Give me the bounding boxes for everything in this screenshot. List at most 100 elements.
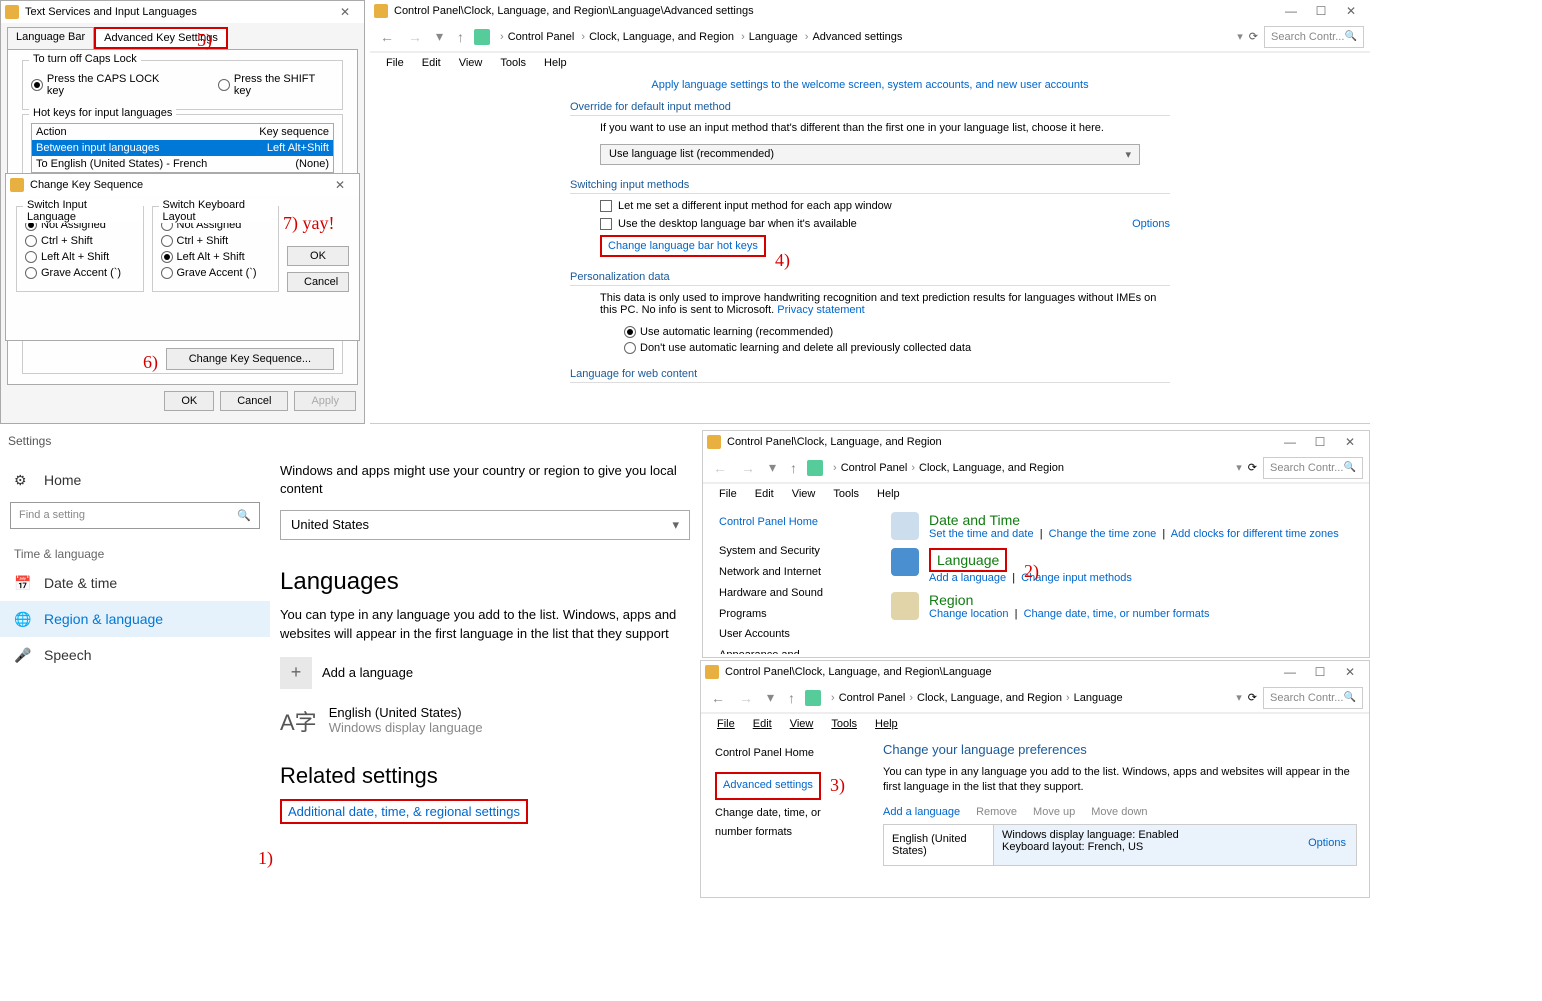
welcome-screen-link[interactable]: Apply language settings to the welcome s… [651,79,1088,91]
language-item[interactable]: A字 English (United States) Windows displ… [280,705,690,737]
search-input[interactable]: Search Contr... [1263,457,1363,479]
close-button[interactable]: ✕ [330,5,360,19]
search-input[interactable]: Search Contr... [1264,26,1364,48]
breadcrumb[interactable]: ›Control Panel›Clock, Language, and Regi… [827,692,1123,704]
side-link[interactable]: Programs [719,604,867,625]
shift-radio[interactable]: Press the SHIFT key [218,73,334,97]
recent-button[interactable]: ▾ [765,459,780,476]
skl-ctrl-shift[interactable]: Ctrl + Shift [161,235,271,247]
side-link[interactable]: Appearance and [719,645,867,654]
change-location-link[interactable]: Change location [929,608,1009,620]
date-time-item[interactable]: 📅Date & time [0,565,270,601]
cp-home-link[interactable]: Control Panel Home [715,744,857,764]
home-icon[interactable] [474,29,490,45]
remove-button[interactable]: Remove [976,806,1017,818]
close-button[interactable]: ✕ [1336,4,1366,18]
recent-button[interactable]: ▾ [432,28,447,45]
menu-edit[interactable]: Edit [747,486,782,502]
find-setting-input[interactable]: Find a setting🔍 [10,502,260,529]
side-link[interactable]: System and Security [719,541,867,562]
timezone-link[interactable]: Change the time zone [1049,528,1157,540]
auto-learning-radio[interactable]: Use automatic learning (recommended) [624,326,1170,338]
moveup-button[interactable]: Move up [1033,806,1075,818]
hotkey-row[interactable]: Between input languagesLeft Alt+Shift [32,140,333,156]
sil-ctrl-shift[interactable]: Ctrl + Shift [25,235,135,247]
forward-button[interactable]: → [737,460,759,476]
cancel-button[interactable]: Cancel [287,272,349,292]
set-time-link[interactable]: Set the time and date [929,528,1034,540]
dropdown-icon[interactable]: ▾ [1236,461,1242,474]
language-link[interactable]: Language [937,552,999,568]
additional-settings-link[interactable]: Additional date, time, & regional settin… [288,804,520,819]
add-language-button[interactable]: Add a language [883,806,960,818]
up-button[interactable]: ↑ [784,690,799,706]
refresh-button[interactable]: ⟳ [1248,691,1257,704]
region-language-item[interactable]: 🌐Region & language [0,601,270,637]
cancel-button[interactable]: Cancel [220,391,288,411]
add-lang-link[interactable]: Add a language [929,572,1006,584]
menu-help[interactable]: Help [536,55,575,71]
capslock-radio[interactable]: Press the CAPS LOCK key [31,73,178,97]
add-clocks-link[interactable]: Add clocks for different time zones [1171,528,1339,540]
dropdown-icon[interactable]: ▾ [1237,30,1243,43]
country-select[interactable]: United States [280,510,690,540]
search-input[interactable]: Search Contr... [1263,687,1363,709]
refresh-button[interactable]: ⟳ [1248,461,1257,474]
side-link[interactable]: User Accounts [719,624,867,645]
close-button[interactable]: ✕ [1335,665,1365,679]
maximize-button[interactable]: ☐ [1305,665,1335,679]
no-learning-radio[interactable]: Don't use automatic learning and delete … [624,342,1170,354]
change-hotkeys-link[interactable]: Change language bar hot keys [608,240,758,252]
forward-button[interactable]: → [735,690,757,706]
menu-edit[interactable]: Edit [745,716,780,732]
movedown-button[interactable]: Move down [1091,806,1147,818]
menu-view[interactable]: View [782,716,822,732]
close-button[interactable]: ✕ [325,178,355,192]
advanced-settings-link[interactable]: Advanced settings [723,779,813,791]
menu-edit[interactable]: Edit [414,55,449,71]
privacy-link[interactable]: Privacy statement [777,304,864,316]
apply-button[interactable]: Apply [294,391,356,411]
home-item[interactable]: ⚙Home [0,462,270,498]
ok-button[interactable]: OK [164,391,214,411]
sil-left-alt-shift[interactable]: Left Alt + Shift [25,251,135,263]
up-button[interactable]: ↑ [786,460,801,476]
language-row[interactable]: English (United States) Windows display … [883,824,1357,866]
date-time-link[interactable]: Date and Time [929,512,1339,528]
side-link[interactable]: Hardware and Sound [719,583,867,604]
hotkey-row[interactable]: To English (United States) - French(None… [32,156,333,172]
maximize-button[interactable]: ☐ [1305,435,1335,449]
up-button[interactable]: ↑ [453,29,468,45]
menu-file[interactable]: File [709,716,743,732]
desktop-langbar-checkbox[interactable]: Use the desktop language bar when it's a… [600,218,857,230]
menu-tools[interactable]: Tools [825,486,867,502]
menu-view[interactable]: View [451,55,491,71]
change-formats-link[interactable]: Change date, time, or number formats [715,804,857,844]
maximize-button[interactable]: ☐ [1306,4,1336,18]
per-app-checkbox[interactable]: Let me set a different input method for … [600,200,1170,212]
menu-help[interactable]: Help [869,486,908,502]
minimize-button[interactable]: — [1275,435,1305,449]
forward-button[interactable]: → [404,29,426,45]
change-formats-link[interactable]: Change date, time, or number formats [1024,608,1210,620]
home-icon[interactable] [805,690,821,706]
refresh-button[interactable]: ⟳ [1249,30,1258,43]
menu-tools[interactable]: Tools [823,716,865,732]
skl-left-alt-shift[interactable]: Left Alt + Shift [161,251,271,263]
tab-language-bar[interactable]: Language Bar [7,27,94,49]
side-link[interactable]: Network and Internet [719,562,867,583]
menu-help[interactable]: Help [867,716,906,732]
dropdown-icon[interactable]: ▾ [1236,691,1242,704]
region-link[interactable]: Region [929,592,1209,608]
add-language-button[interactable]: + Add a language [280,657,690,689]
close-button[interactable]: ✕ [1335,435,1365,449]
back-button[interactable]: ← [376,29,398,45]
ok-button[interactable]: OK [287,246,349,266]
input-method-select[interactable]: Use language list (recommended) [600,144,1140,165]
breadcrumb[interactable]: ›Control Panel ›Clock, Language, and Reg… [496,31,902,43]
menu-tools[interactable]: Tools [492,55,534,71]
skl-grave[interactable]: Grave Accent (`) [161,267,271,279]
cp-home-link[interactable]: Control Panel Home [719,512,867,533]
back-button[interactable]: ← [709,460,731,476]
menu-view[interactable]: View [784,486,824,502]
